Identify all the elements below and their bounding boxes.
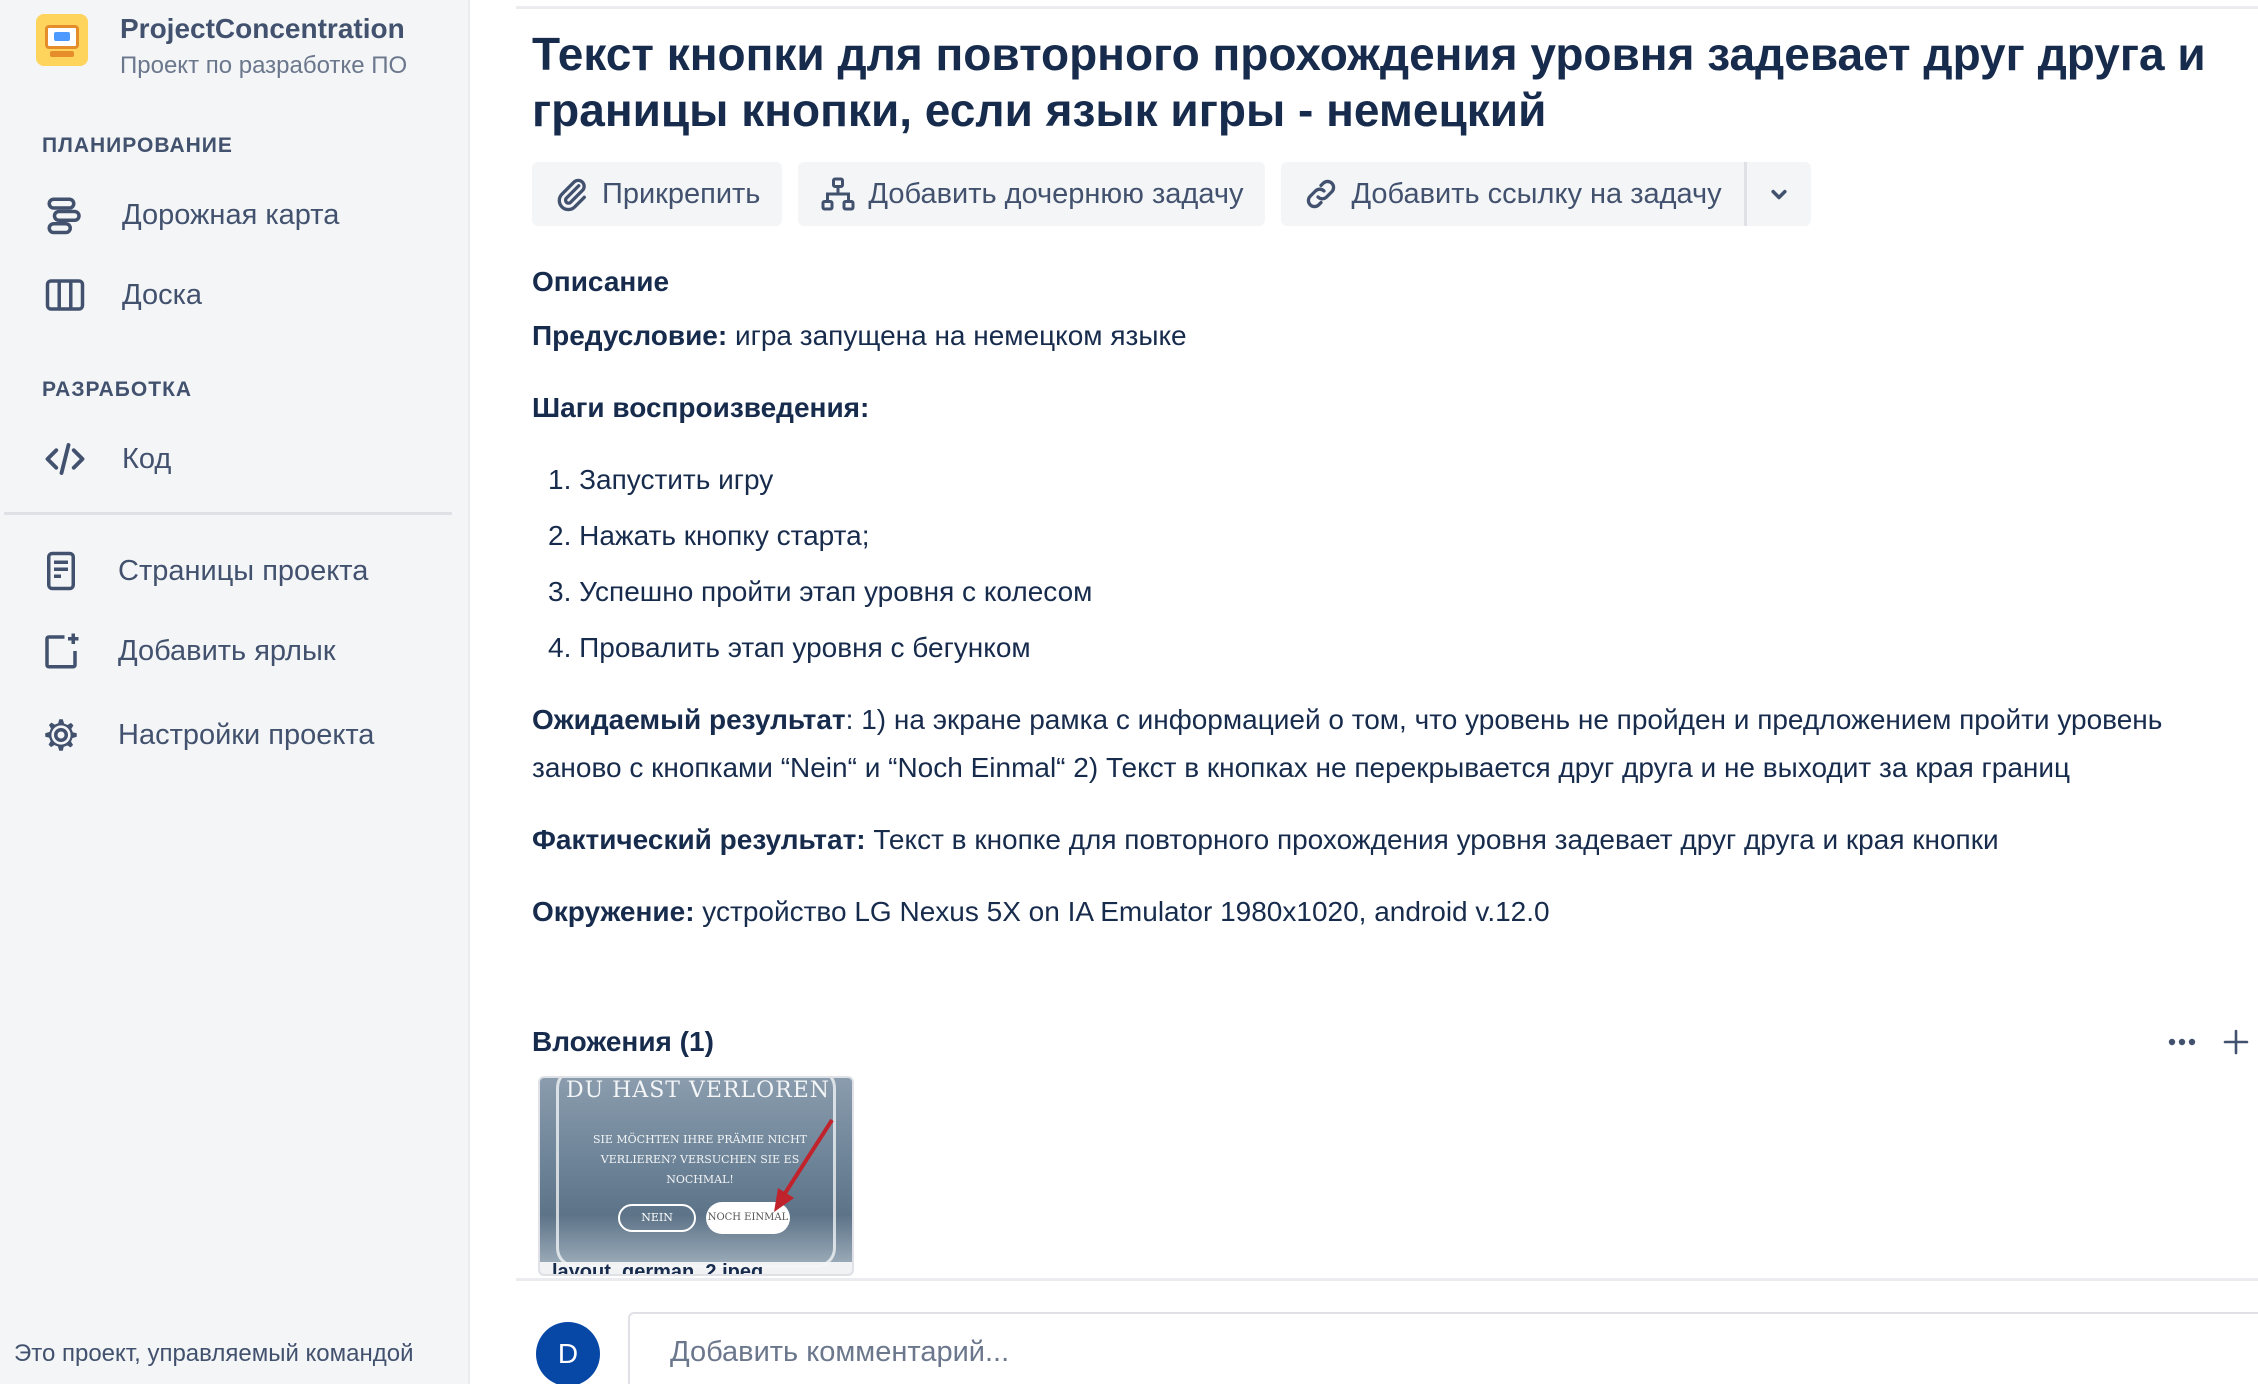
precondition-label: Предусловие: [532, 320, 728, 351]
list-item: 2. Нажать кнопку старта; [548, 520, 870, 551]
description-heading: Описание [532, 266, 670, 297]
project-avatar-icon [36, 14, 88, 66]
sidebar-item-add-shortcut[interactable]: Добавить ярлык [36, 626, 336, 676]
code-icon [40, 434, 90, 484]
more-icon[interactable] [2158, 1022, 2206, 1062]
sidebar-item-label: Настройки проекта [118, 718, 375, 751]
link-issue-label: Добавить ссылку на задачу [1351, 177, 1722, 210]
add-child-issue-label: Добавить дочернюю задачу [868, 177, 1244, 210]
sidebar-footer: Это проект, управляемый командой [14, 1340, 414, 1367]
more-actions-dropdown[interactable] [1743, 162, 1811, 226]
issue-title[interactable]: Текст кнопки для повторного прохождения … [532, 26, 2232, 138]
sidebar-item-pages[interactable]: Страницы проекта [36, 546, 368, 596]
expected-label: Ожидаемый результат [532, 704, 846, 735]
sidebar-item-label: Дорожная карта [122, 198, 340, 231]
sidebar-item-settings[interactable]: Настройки проекта [36, 710, 374, 760]
project-header[interactable]: ProjectConcentration Проект по разработк… [36, 12, 407, 80]
steps-list: 1. Запустить игру 2. Нажать кнопку старт… [548, 456, 1092, 680]
page-icon [36, 546, 86, 596]
bottom-divider [516, 1278, 2258, 1281]
thumbnail-no-button: NEIN [618, 1204, 696, 1232]
add-shortcut-icon [36, 626, 86, 676]
attachment-thumbnail[interactable]: DU HAST VERLOREN SIE MÖCHTEN IHRE PRÄMIE… [538, 1076, 854, 1276]
section-label-planning: ПЛАНИРОВАНИЕ [42, 134, 233, 157]
sidebar-item-roadmap[interactable]: Дорожная карта [40, 190, 339, 240]
steps-heading: Шаги воспроизведения: [532, 384, 2252, 432]
attach-button[interactable]: Прикрепить [532, 162, 783, 226]
attachments-heading: Вложения (1) [532, 1026, 714, 1057]
issue-main: Текст кнопки для повторного прохождения … [472, 0, 2258, 1384]
project-type: Проект по разработке ПО [120, 51, 408, 79]
environment-text: устройство LG Nexus 5X on IA Emulator 19… [694, 896, 1550, 927]
board-icon [40, 270, 90, 320]
list-item: 4. Провалить этап уровня с бегунком [548, 632, 1031, 663]
actual-text: Текст в кнопке для повторного прохождени… [865, 824, 1999, 855]
sidebar-item-label: Доска [122, 278, 203, 311]
chevron-down-icon [1771, 189, 1787, 200]
red-arrow-icon [774, 1118, 834, 1212]
expected-result: Ожидаемый результат: 1) на экране рамка … [532, 696, 2252, 792]
project-name: ProjectConcentration [120, 13, 405, 44]
plus-icon[interactable] [2212, 1022, 2258, 1062]
sidebar-item-code[interactable]: Код [40, 434, 171, 484]
sidebar-item-board[interactable]: Доска [40, 270, 202, 320]
issue-toolbar: Прикрепить Добавить дочернюю задачу Доба… [532, 162, 1827, 226]
link-icon [1307, 179, 1336, 209]
sidebar-divider [4, 512, 452, 515]
roadmap-icon [40, 190, 90, 240]
gear-icon [36, 710, 86, 760]
environment: Окружение: устройство LG Nexus 5X on IA … [532, 888, 2252, 936]
sidebar: ProjectConcentration Проект по разработк… [0, 0, 470, 1384]
list-item: 1. Запустить игру [548, 464, 774, 495]
sidebar-item-label: Страницы проекта [118, 554, 369, 587]
add-child-issue-button[interactable]: Добавить дочернюю задачу [798, 162, 1266, 226]
actual-label: Фактический результат: [532, 824, 866, 855]
actual-result: Фактический результат: Текст в кнопке дл… [532, 816, 2252, 864]
sidebar-item-label: Код [122, 442, 172, 475]
environment-label: Окружение: [532, 896, 695, 927]
avatar[interactable]: D [536, 1322, 600, 1384]
precondition: Предусловие: игра запущена на немецком я… [532, 312, 2252, 360]
link-issue-button[interactable]: Добавить ссылку на задачу [1281, 162, 1744, 226]
top-divider [516, 6, 2258, 9]
attach-button-label: Прикрепить [602, 177, 761, 210]
steps-label: Шаги воспроизведения: [532, 392, 870, 423]
section-label-dev: РАЗРАБОТКА [42, 378, 193, 401]
thumbnail-header: DU HAST VERLOREN [565, 1078, 830, 1103]
attachment-file-name: layout_german_2.jpeg [540, 1262, 852, 1274]
precondition-text: игра запущена на немецком языке [727, 320, 1187, 351]
hierarchy-icon [821, 177, 855, 211]
paperclip-icon [557, 178, 586, 212]
sidebar-item-label: Добавить ярлык [118, 634, 336, 667]
list-item: 3. Успешно пройти этап уровня с колесом [548, 576, 1093, 607]
comment-input[interactable]: Добавить комментарий... [628, 1312, 2258, 1384]
